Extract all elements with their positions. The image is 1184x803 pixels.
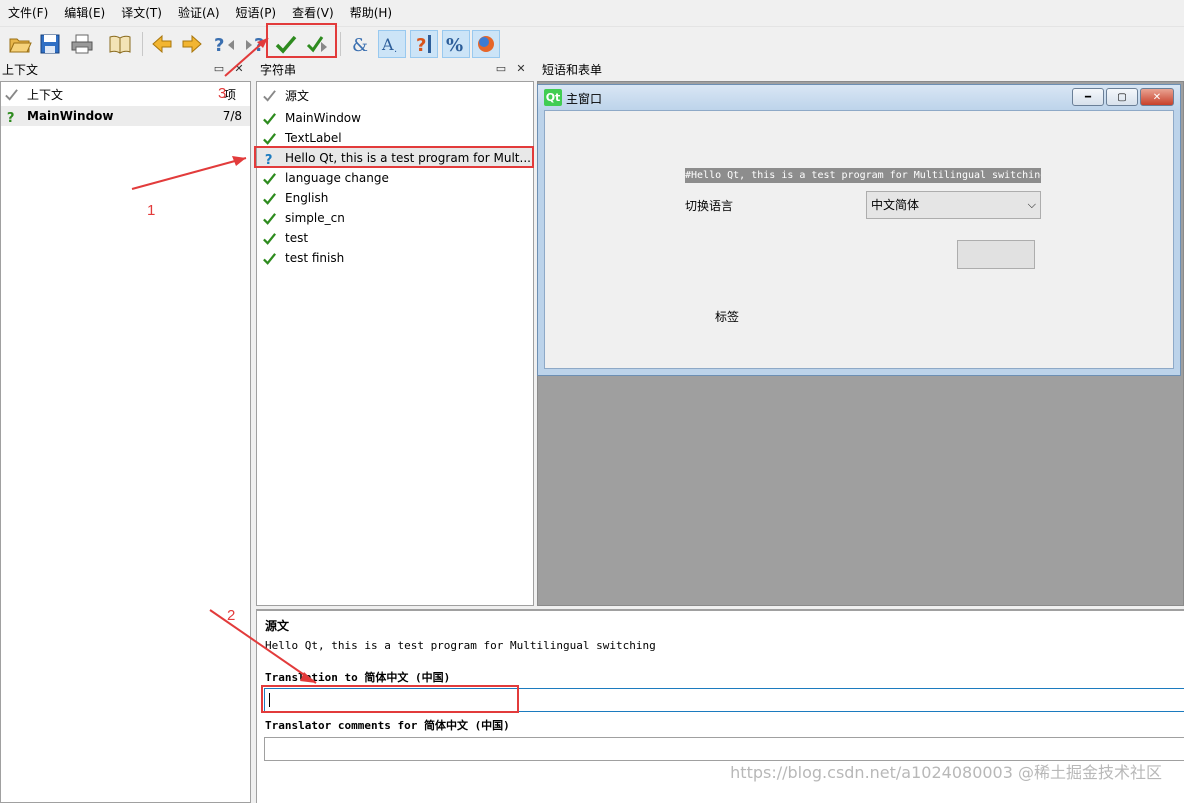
source-text: Hello Qt, this is a test program for Mul… <box>265 639 656 652</box>
checkmark-icon <box>261 190 277 206</box>
context-row[interactable]: ? MainWindow 7/8 <box>1 106 250 126</box>
menu-file[interactable]: 文件(F) <box>0 0 56 26</box>
svg-text:&: & <box>352 35 368 56</box>
svg-text:?: ? <box>254 35 264 56</box>
svg-text:?: ? <box>214 35 224 56</box>
annotation-box-toolbar <box>266 23 337 58</box>
place-markers-icon[interactable]: % <box>442 30 470 58</box>
string-item[interactable]: MainWindow <box>261 108 361 128</box>
context-header: 上下文 项 <box>1 84 250 104</box>
float-icon[interactable]: ▭ <box>494 62 508 76</box>
string-item[interactable]: English <box>261 188 328 208</box>
qt-push-button[interactable] <box>957 240 1035 269</box>
annotation-box-input <box>261 685 519 713</box>
strings-panel-title: 字符串 <box>258 60 532 80</box>
string-item[interactable]: test <box>261 228 308 248</box>
context-row-count: 7/8 <box>222 109 242 123</box>
qt-text-label: #Hello Qt, this is a test program for Mu… <box>685 168 1041 183</box>
checkmark-gray-icon <box>3 86 19 102</box>
context-panel: 上下文 项 ? MainWindow 7/8 <box>0 81 251 803</box>
qt-client-area: #Hello Qt, this is a test program for Mu… <box>544 110 1174 369</box>
open-icon[interactable] <box>6 30 34 58</box>
qt-preview-window: Qt 主窗口 ━ ▢ ✕ #Hello Qt, this is a test p… <box>537 84 1181 376</box>
svg-text:?: ? <box>416 35 426 56</box>
svg-text:%: % <box>446 35 463 56</box>
preview-panel-title: 短语和表单 <box>540 60 1184 80</box>
annotation-number-3: 3 <box>218 85 227 102</box>
string-item[interactable]: test finish <box>261 248 344 268</box>
strings-header: 源文 <box>261 85 309 105</box>
close-icon[interactable]: ✕ <box>514 62 528 76</box>
svg-text:A: A <box>381 35 394 54</box>
qt-logo-icon: Qt <box>544 89 562 106</box>
ending-punctuation-icon[interactable]: A. <box>378 30 406 58</box>
menu-edit[interactable]: 编辑(E) <box>56 0 113 26</box>
string-item-text: test finish <box>285 251 345 265</box>
qt-tag-label: 标签 <box>715 310 740 324</box>
annotation-number-1: 1 <box>147 202 156 219</box>
print-icon[interactable] <box>68 30 96 58</box>
comments-label: Translator comments for 简体中文 (中国) <box>265 719 510 732</box>
float-icon[interactable]: ▭ <box>212 62 226 76</box>
qt-titlebar: Qt 主窗口 ━ ▢ ✕ <box>538 85 1180 111</box>
string-item-text: language change <box>285 171 389 185</box>
menu-validation[interactable]: 验证(A) <box>170 0 228 26</box>
phrase-matches-icon[interactable]: ? <box>410 30 438 58</box>
chevron-down-icon: ⌵ <box>1027 198 1036 211</box>
qt-switch-label: 切换语言 <box>685 199 734 213</box>
checkmark-icon <box>261 230 277 246</box>
strings-header-label: 源文 <box>285 88 310 103</box>
comments-input[interactable] <box>264 737 1184 761</box>
checkmark-icon <box>261 170 277 186</box>
qt-language-combo[interactable]: 中文简体 ⌵ <box>866 191 1041 219</box>
string-item-text: MainWindow <box>285 111 361 125</box>
annotation-box-string <box>254 146 534 168</box>
minimize-icon[interactable]: ━ <box>1072 88 1104 106</box>
book-icon[interactable] <box>106 30 134 58</box>
string-item-text: English <box>285 191 329 205</box>
toolbar: ? ? & A. ? % <box>0 26 1184 60</box>
checkmark-icon <box>261 110 277 126</box>
checkmark-gray-icon <box>261 87 277 103</box>
next-icon[interactable] <box>178 30 206 58</box>
string-item[interactable]: language change <box>261 168 389 188</box>
menu-bar: 文件(F) 编辑(E) 译文(T) 验证(A) 短语(P) 查看(V) 帮助(H… <box>0 0 1184 26</box>
translator-icon[interactable] <box>472 30 500 58</box>
context-row-name: MainWindow <box>27 109 114 123</box>
checkmark-icon <box>261 210 277 226</box>
annotation-number-2: 2 <box>227 607 236 624</box>
watermark: https://blog.csdn.net/a1024080003 @稀土掘金技… <box>730 763 1162 782</box>
prev-icon[interactable] <box>148 30 176 58</box>
close-icon[interactable]: ✕ <box>232 62 246 76</box>
string-item[interactable]: TextLabel <box>261 128 342 148</box>
prev-unfinished-icon[interactable]: ? <box>210 30 238 58</box>
svg-text:?: ? <box>6 111 14 124</box>
accelerators-icon[interactable]: & <box>346 30 374 58</box>
string-item-text: test <box>285 231 309 245</box>
svg-text:.: . <box>394 44 397 55</box>
menu-translation[interactable]: 译文(T) <box>113 0 170 26</box>
save-icon[interactable] <box>36 30 64 58</box>
checkmark-icon <box>261 130 277 146</box>
close-icon[interactable]: ✕ <box>1140 88 1174 106</box>
checkmark-icon <box>261 250 277 266</box>
source-heading: 源文 <box>265 619 290 633</box>
context-header-name: 上下文 <box>27 87 64 102</box>
string-item-text: simple_cn <box>285 211 345 225</box>
menu-help[interactable]: 帮助(H) <box>342 0 400 26</box>
qt-combo-value: 中文简体 <box>871 198 920 212</box>
translation-label: Translation to 简体中文 (中国) <box>265 671 451 684</box>
qt-window-title: 主窗口 <box>566 92 603 106</box>
maximize-icon[interactable]: ▢ <box>1106 88 1138 106</box>
question-icon: ? <box>3 108 19 124</box>
string-item-text: TextLabel <box>285 131 342 145</box>
string-item[interactable]: simple_cn <box>261 208 345 228</box>
